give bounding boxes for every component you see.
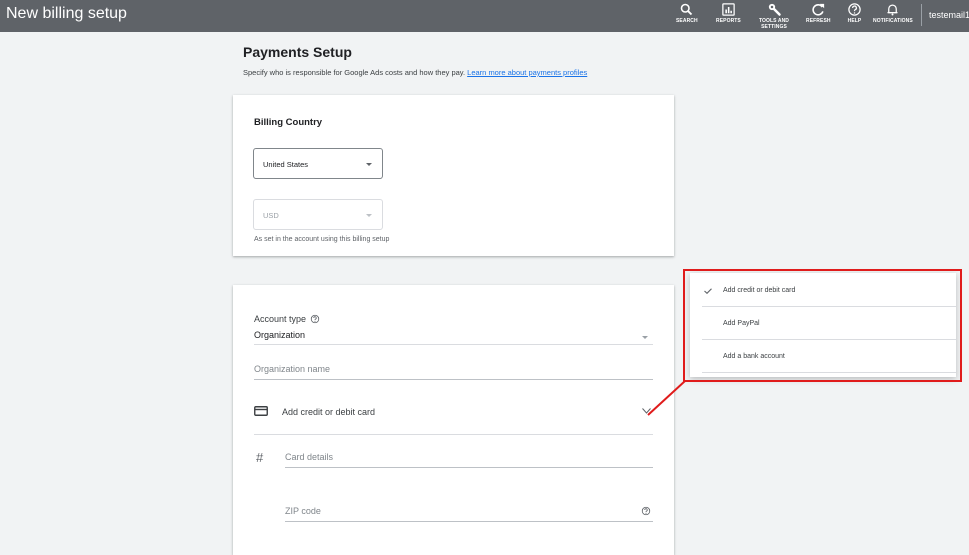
help-icon xyxy=(848,3,861,16)
menu-item-bank-account[interactable]: Add a bank account xyxy=(690,340,956,373)
refresh-icon xyxy=(812,3,824,16)
currency-value: USD xyxy=(263,211,279,220)
notifications-button[interactable]: NOTIFICATIONS xyxy=(873,2,913,24)
page-header-title: New billing setup xyxy=(6,5,127,22)
billing-country-title: Billing Country xyxy=(254,117,323,128)
reports-label: REPORTS xyxy=(716,18,741,24)
dropdown-arrow-icon xyxy=(366,163,372,166)
notifications-label: NOTIFICATIONS xyxy=(873,18,913,24)
account-type-underline xyxy=(254,344,653,345)
country-value: United States xyxy=(263,160,309,169)
page-title: Payments Setup xyxy=(243,44,352,60)
organization-name-input[interactable]: Organization name xyxy=(254,364,330,374)
bell-icon xyxy=(887,4,898,16)
billing-country-card: Billing Country United States USD As set… xyxy=(233,95,674,256)
learn-more-link[interactable]: Learn more about payments profiles xyxy=(467,68,587,77)
dropdown-arrow-icon xyxy=(366,214,372,217)
card-number-icon: # xyxy=(256,450,264,465)
account-type-value[interactable]: Organization xyxy=(254,330,305,340)
country-select[interactable]: United States xyxy=(253,148,383,179)
chevron-down-icon xyxy=(642,408,651,414)
tools-and-settings-label: TOOLS AND SETTINGS xyxy=(758,18,790,30)
refresh-button[interactable]: REFRESH xyxy=(806,2,831,24)
help-icon[interactable] xyxy=(310,314,320,324)
payment-method-value: Add credit or debit card xyxy=(282,407,376,417)
currency-select: USD xyxy=(253,199,383,230)
account-type-label-text: Account type xyxy=(254,314,307,324)
tools-and-settings-button[interactable]: TOOLS AND SETTINGS xyxy=(755,2,793,30)
page-description: Specify who is responsible for Google Ad… xyxy=(243,68,587,77)
payment-method-divider xyxy=(254,434,653,435)
top-bar: New billing setup SEARCH REPORTS TOOLS A… xyxy=(0,0,969,32)
wrench-icon xyxy=(768,3,781,16)
menu-divider xyxy=(702,372,956,373)
menu-item-label: Add a bank account xyxy=(723,353,785,360)
checkmark-icon xyxy=(704,288,712,294)
zip-code-underline xyxy=(285,521,653,522)
topbar-divider xyxy=(921,4,922,26)
card-details-input[interactable]: Card details xyxy=(285,452,333,462)
payment-method-menu: Add credit or debit card Add PayPal Add … xyxy=(690,273,956,377)
search-label: SEARCH xyxy=(676,18,698,24)
search-button[interactable]: SEARCH xyxy=(676,2,698,24)
account-type-dropdown-arrow-icon[interactable] xyxy=(642,336,648,339)
menu-item-credit-card[interactable]: Add credit or debit card xyxy=(690,274,956,307)
card-details-underline xyxy=(285,467,653,468)
account-type-label: Account type xyxy=(254,314,320,324)
reports-icon xyxy=(722,3,735,16)
reports-button[interactable]: REPORTS xyxy=(716,2,741,24)
menu-item-label: Add PayPal xyxy=(723,320,760,327)
credit-card-icon xyxy=(254,406,268,416)
organization-name-underline xyxy=(254,379,653,380)
zip-code-input[interactable]: ZIP code xyxy=(285,506,321,516)
help-button[interactable]: HELP xyxy=(847,2,862,24)
refresh-label: REFRESH xyxy=(806,18,831,24)
search-icon xyxy=(681,3,693,16)
help-label: HELP xyxy=(847,18,862,24)
help-icon[interactable] xyxy=(641,506,651,516)
menu-item-paypal[interactable]: Add PayPal xyxy=(690,307,956,340)
description-text: Specify who is responsible for Google Ad… xyxy=(243,68,466,77)
account-email[interactable]: testemail1 xyxy=(929,10,969,20)
menu-item-label: Add credit or debit card xyxy=(723,287,796,294)
currency-helper-text: As set in the account using this billing… xyxy=(254,236,390,243)
payment-method-select[interactable]: Add credit or debit card xyxy=(254,403,653,419)
account-details-card: Account type Organization Organization n… xyxy=(233,285,674,555)
